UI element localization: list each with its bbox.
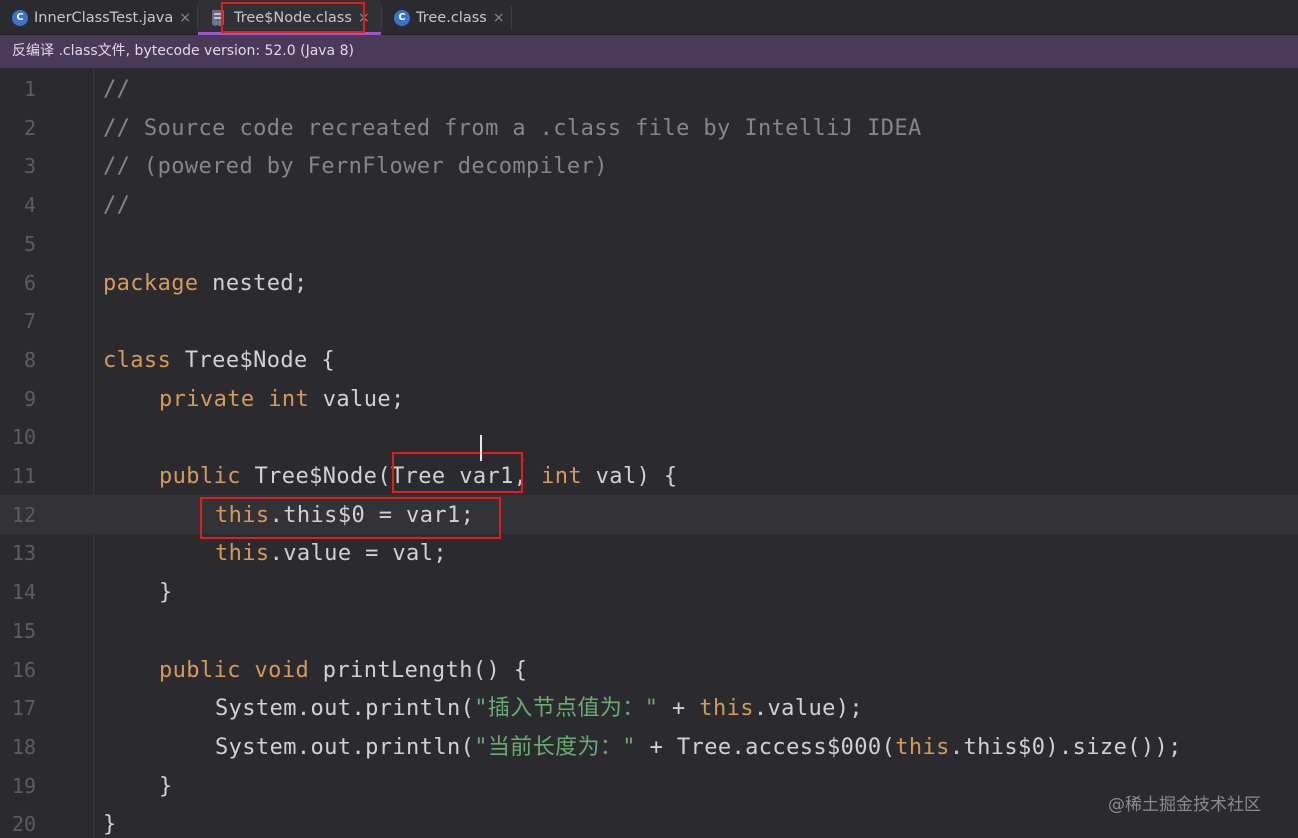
highlight-box-assignment (200, 497, 501, 539)
line-number: 12 (11, 503, 36, 527)
code-line-brace: } (159, 774, 173, 799)
code-text: System.out.println( (215, 696, 475, 721)
tab-label: InnerClassTest.java (34, 9, 174, 26)
keyword: private (159, 387, 255, 412)
editor-tab-bar: C InnerClassTest.java × 01 Tree$Node.cla… (0, 0, 1298, 35)
code-text: value; (309, 387, 405, 412)
keyword: public (159, 464, 241, 489)
code-line-comment: // (103, 77, 131, 102)
keyword: int (541, 464, 583, 489)
highlight-box-tab (221, 2, 365, 33)
code-text: System.out.println( (215, 735, 475, 760)
line-number: 4 (23, 193, 36, 217)
code-editor[interactable]: 1 2 3 4 5 6 7 8 9 10 11 12 13 14 15 16 1… (0, 68, 1298, 838)
code-line-comment: // (103, 193, 131, 218)
keyword: public (159, 658, 241, 683)
code-line-brace: } (103, 812, 117, 837)
close-icon[interactable]: × (493, 10, 505, 26)
line-number: 11 (11, 464, 36, 488)
line-number: 18 (11, 735, 36, 759)
keyword: this (699, 696, 754, 721)
keyword: int (268, 387, 310, 412)
line-number: 17 (11, 696, 36, 720)
code-line-field: private int value; (159, 380, 405, 419)
code-line-println-length: System.out.println("当前长度为：" + Tree.acces… (215, 728, 1182, 767)
line-number: 9 (23, 387, 36, 411)
code-text: + (658, 696, 700, 721)
highlight-box-param (392, 452, 523, 493)
code-line-comment: // (powered by FernFlower decompiler) (103, 154, 608, 179)
keyword: this (215, 541, 270, 566)
code-line-assign-value: this.value = val; (215, 534, 447, 573)
code-text: .value); (753, 696, 864, 721)
line-number: 8 (23, 348, 36, 372)
code-text: Tree$Node { (171, 348, 335, 373)
code-line-println-value: System.out.println("插入节点值为：" + this.valu… (215, 689, 863, 728)
tab-innerclasstest[interactable]: C InnerClassTest.java × (0, 0, 197, 35)
line-number: 7 (23, 309, 36, 333)
watermark: @稀土掘金技术社区 (1108, 795, 1261, 815)
keyword: package (103, 271, 199, 296)
text-caret (480, 435, 482, 461)
line-number: 3 (23, 154, 36, 178)
line-number: 14 (11, 580, 36, 604)
decompiled-info-banner: 反编译 .class文件, bytecode version: 52.0 (Ja… (0, 35, 1298, 68)
code-text: + Tree.access$000( (635, 735, 896, 760)
string-literal: "插入节点值为：" (474, 696, 659, 721)
code-line-brace: } (159, 580, 173, 605)
close-icon[interactable]: × (179, 10, 191, 26)
tab-label: Tree.class (416, 9, 487, 26)
code-line-comment: // Source code recreated from a .class f… (103, 116, 922, 141)
line-number: 6 (23, 271, 36, 295)
code-text: nested; (198, 271, 308, 296)
line-number: 5 (23, 232, 36, 256)
tab-tree-class[interactable]: C Tree.class × (382, 0, 510, 35)
line-number: 13 (11, 541, 36, 565)
keyword: this (895, 735, 950, 760)
code-line-method-decl: public void printLength() { (159, 651, 527, 690)
keyword: class (103, 348, 172, 373)
line-number: 2 (23, 116, 36, 140)
line-number: 16 (11, 658, 36, 682)
line-number: 10 (11, 425, 36, 449)
string-literal: "当前长度为：" (474, 735, 636, 760)
class-icon: C (394, 9, 410, 26)
code-text: printLength() { (309, 658, 528, 683)
java-class-icon: C (12, 9, 28, 26)
line-number: 20 (11, 812, 36, 836)
code-text: .value = val; (269, 541, 447, 566)
code-text: .this$0).size()); (949, 735, 1182, 760)
line-number: 19 (11, 774, 36, 798)
keyword: void (254, 658, 310, 683)
code-line-package: package nested; (103, 264, 308, 303)
tab-divider (511, 6, 512, 30)
line-number: 1 (23, 77, 36, 101)
line-number: 15 (11, 619, 36, 643)
code-line-class-decl: class Tree$Node { (103, 341, 335, 380)
code-text: val) { (582, 464, 678, 489)
